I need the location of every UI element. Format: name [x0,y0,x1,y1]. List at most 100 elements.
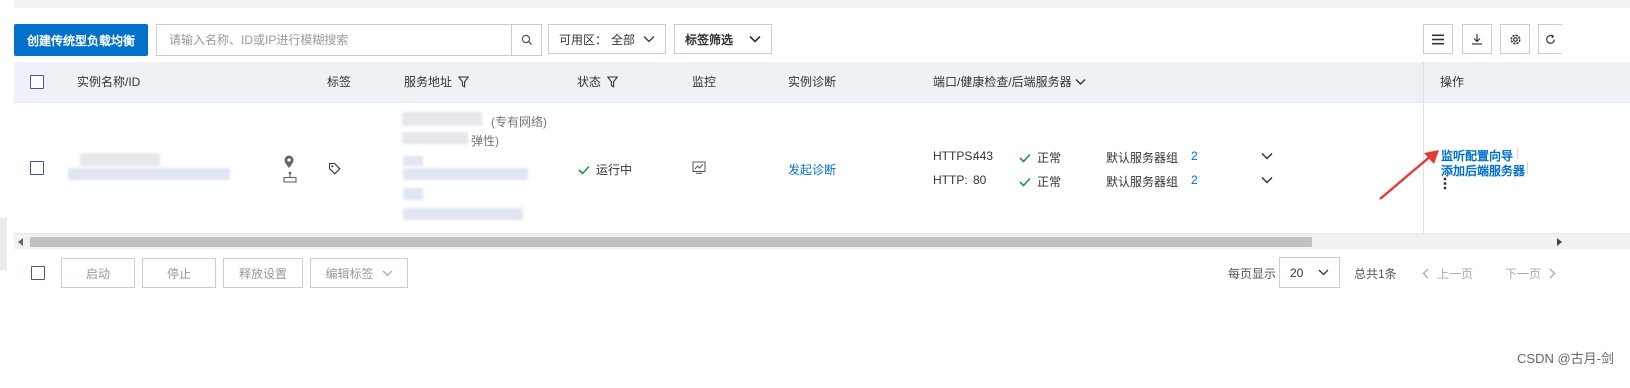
stop-button[interactable]: 停止 [142,258,216,288]
header-monitor: 监控 [692,62,716,102]
server-group-name: 默认服务器组 [1106,151,1179,165]
health-label: 正常 [1037,151,1062,165]
start-diagnosis-link[interactable]: 发起诊断 [788,161,836,178]
location-pin-icon [284,155,294,168]
scrollbar-thumb[interactable] [30,237,1312,247]
prev-page-button[interactable]: 上一页 [1422,258,1473,288]
redacted-ip-address [402,132,468,144]
redacted-value [403,156,423,166]
search-box [156,24,542,56]
filter-icon[interactable] [607,76,619,88]
redacted-ip-address [402,112,482,126]
redacted-value [403,188,423,200]
expand-chevron-icon[interactable] [1261,176,1273,184]
annotation-arrow [1379,150,1439,200]
refresh-icon [1546,33,1555,44]
chevron-down-icon [1075,79,1086,85]
settings-button[interactable] [1500,24,1530,54]
row-divider [14,102,1630,103]
header-address: 服务地址 [404,62,470,102]
tag-filter-label: 标签筛选 [685,32,734,47]
action-divider [1517,147,1518,159]
page-size-value: 20 [1290,265,1304,280]
select-all-checkbox[interactable] [30,75,44,89]
status-cell: 运行中 [578,161,632,178]
more-vertical-icon[interactable] [1442,177,1448,190]
redacted-instance-id[interactable] [68,168,230,180]
total-count: 总共1条 [1354,266,1397,281]
filter-icon[interactable] [458,76,470,88]
refresh-button[interactable] [1538,24,1562,54]
search-icon [521,34,532,46]
check-icon [578,165,590,175]
action-divider [1527,162,1528,174]
header-status-label: 状态 [577,75,602,89]
bottom-select-all-checkbox[interactable] [31,266,45,280]
search-input[interactable] [157,25,511,55]
server-group-name: 默认服务器组 [1106,175,1179,189]
network-icon [283,171,297,183]
select-all-cell [30,62,44,102]
search-button[interactable] [511,25,541,55]
network-type-label: (专有网络) [491,115,547,129]
page-size-select[interactable]: 20 [1279,257,1340,288]
chevron-right-icon [1549,268,1556,278]
listener-protocol: HTTP: [933,173,968,187]
chevron-down-icon [643,36,655,43]
chevron-down-icon [1318,269,1329,276]
zone-label: 可用区： [559,32,608,47]
menu-icon [1432,34,1444,44]
header-ports[interactable]: 端口/健康检查/后端服务器 [933,62,1086,102]
scroll-right-arrow-icon[interactable] [1557,238,1563,246]
scroll-left-arrow-icon[interactable] [18,238,24,246]
tag-filter-dropdown[interactable]: 标签筛选 [674,24,772,54]
status-label: 运行中 [596,163,633,177]
table-header: 实例名称/ID 标签 服务地址 状态 监控 实例诊断 端口/健康检查/后端服务器… [14,62,1630,102]
header-tags-label: 标签 [327,75,352,89]
start-button[interactable]: 启动 [61,258,135,288]
list-view-button[interactable] [1423,24,1453,54]
header-actions: 操作 [1440,62,1464,102]
expand-chevron-icon[interactable] [1261,152,1273,160]
elastic-label: 弹性) [471,134,499,148]
row-checkbox[interactable] [30,161,44,175]
create-classic-slb-button[interactable]: 创建传统型负载均衡 [14,24,148,56]
next-page-label: 下一页 [1505,266,1542,281]
zone-value: 全部 [611,32,636,47]
add-backend-servers-link[interactable]: 添加后端服务器 [1441,162,1525,179]
per-page-label: 每页显示 [1228,266,1277,281]
header-tags: 标签 [327,62,351,102]
tag-icon[interactable] [328,162,341,175]
chevron-down-icon [382,270,392,276]
server-count-link[interactable]: 2 [1191,173,1198,187]
edit-tags-dropdown[interactable]: 编辑标签 [310,258,408,288]
listener-protocol: HTTPS: [933,149,976,163]
health-label: 正常 [1037,175,1062,189]
listener-port: 80 [973,173,987,187]
header-monitor-label: 监控 [692,75,717,89]
monitor-chart-icon[interactable] [692,161,706,174]
download-icon [1472,34,1482,45]
health-check-status: 正常 [1019,149,1061,166]
header-diagnosis-label: 实例诊断 [788,75,837,89]
csdn-watermark: CSDN @古月-剑 [1517,351,1614,366]
chevron-down-icon [749,35,761,43]
chevron-left-icon [1422,268,1429,278]
gear-icon [1510,34,1520,44]
server-count-link[interactable]: 2 [1191,149,1198,163]
header-actions-label: 操作 [1440,75,1465,89]
redacted-instance-name [80,153,160,166]
check-icon [1019,177,1031,187]
zone-dropdown[interactable]: 可用区： 全部 [548,24,666,54]
next-page-button[interactable]: 下一页 [1505,258,1556,288]
download-button[interactable] [1462,24,1492,54]
header-name: 实例名称/ID [77,62,140,102]
release-settings-button[interactable]: 释放设置 [223,258,303,288]
header-diagnosis: 实例诊断 [788,62,836,102]
header-name-label: 实例名称/ID [77,75,141,89]
top-strip [14,0,1630,8]
header-ports-label: 端口/健康检查/后端服务器 [933,75,1072,89]
listener-port: 443 [973,149,994,163]
redacted-value [403,208,523,220]
left-edge-handle[interactable] [0,218,7,270]
